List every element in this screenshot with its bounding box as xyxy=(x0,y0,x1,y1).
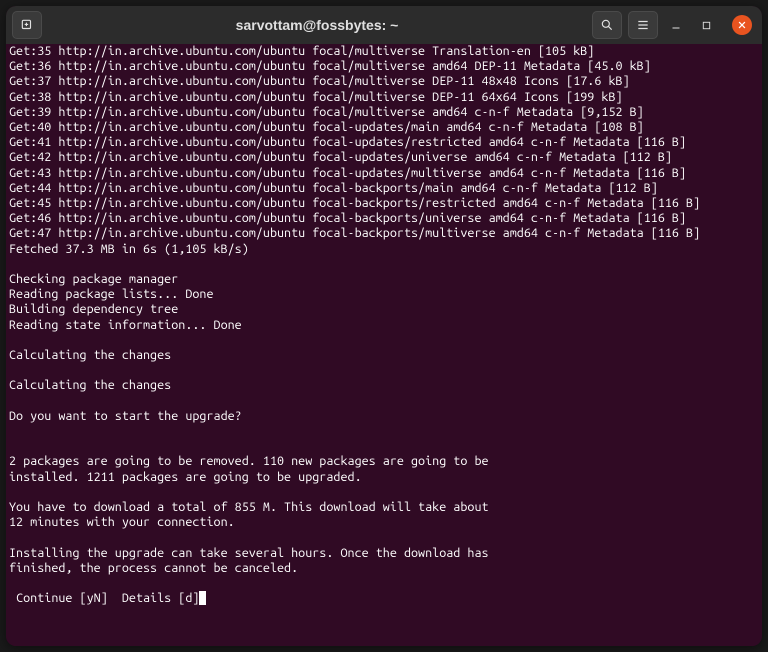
terminal-line xyxy=(9,394,759,409)
terminal-line xyxy=(9,363,759,378)
terminal-line: Get:47 http://in.archive.ubuntu.com/ubun… xyxy=(9,226,759,241)
close-button[interactable] xyxy=(732,15,752,35)
terminal-line xyxy=(9,424,759,439)
terminal-line: Get:43 http://in.archive.ubuntu.com/ubun… xyxy=(9,166,759,181)
terminal-line xyxy=(9,531,759,546)
search-button[interactable] xyxy=(592,11,622,39)
titlebar: sarvottam@fossbytes: ~ xyxy=(6,6,762,44)
terminal-line: finished, the process cannot be canceled… xyxy=(9,561,759,576)
terminal-line: Building dependency tree xyxy=(9,302,759,317)
terminal-line: installed. 1211 packages are going to be… xyxy=(9,470,759,485)
terminal-line: Reading state information... Done xyxy=(9,318,759,333)
terminal-line: Get:41 http://in.archive.ubuntu.com/ubun… xyxy=(9,135,759,150)
terminal-line xyxy=(9,439,759,454)
terminal-line: Calculating the changes xyxy=(9,348,759,363)
terminal-line: Get:35 http://in.archive.ubuntu.com/ubun… xyxy=(9,44,759,59)
terminal-window: sarvottam@fossbytes: ~ xyxy=(6,6,762,646)
maximize-button[interactable] xyxy=(694,11,718,39)
terminal-body[interactable]: Get:35 http://in.archive.ubuntu.com/ubun… xyxy=(6,44,762,646)
terminal-line: Checking package manager xyxy=(9,272,759,287)
new-tab-button[interactable] xyxy=(12,11,42,39)
terminal-line: Get:39 http://in.archive.ubuntu.com/ubun… xyxy=(9,105,759,120)
terminal-line xyxy=(9,333,759,348)
prompt-text: Continue [yN] Details [d] xyxy=(9,591,199,605)
terminal-line: 12 minutes with your connection. xyxy=(9,515,759,530)
terminal-line: Get:44 http://in.archive.ubuntu.com/ubun… xyxy=(9,181,759,196)
terminal-line xyxy=(9,485,759,500)
terminal-line: You have to download a total of 855 M. T… xyxy=(9,500,759,515)
terminal-line: Calculating the changes xyxy=(9,378,759,393)
terminal-line: Installing the upgrade can take several … xyxy=(9,546,759,561)
terminal-line: Get:38 http://in.archive.ubuntu.com/ubun… xyxy=(9,90,759,105)
terminal-line: Get:46 http://in.archive.ubuntu.com/ubun… xyxy=(9,211,759,226)
terminal-line: Get:37 http://in.archive.ubuntu.com/ubun… xyxy=(9,74,759,89)
terminal-line: Do you want to start the upgrade? xyxy=(9,409,759,424)
terminal-prompt[interactable]: Continue [yN] Details [d] xyxy=(9,591,759,606)
menu-button[interactable] xyxy=(628,11,658,39)
terminal-line: Fetched 37.3 MB in 6s (1,105 kB/s) xyxy=(9,242,759,257)
terminal-line xyxy=(9,576,759,591)
terminal-line: Get:45 http://in.archive.ubuntu.com/ubun… xyxy=(9,196,759,211)
cursor xyxy=(199,591,206,605)
window-title: sarvottam@fossbytes: ~ xyxy=(48,17,586,33)
terminal-line: Get:36 http://in.archive.ubuntu.com/ubun… xyxy=(9,59,759,74)
terminal-line: Get:40 http://in.archive.ubuntu.com/ubun… xyxy=(9,120,759,135)
terminal-line: Reading package lists... Done xyxy=(9,287,759,302)
terminal-line: Get:42 http://in.archive.ubuntu.com/ubun… xyxy=(9,150,759,165)
minimize-button[interactable] xyxy=(664,11,688,39)
terminal-line xyxy=(9,257,759,272)
terminal-line: 2 packages are going to be removed. 110 … xyxy=(9,454,759,469)
